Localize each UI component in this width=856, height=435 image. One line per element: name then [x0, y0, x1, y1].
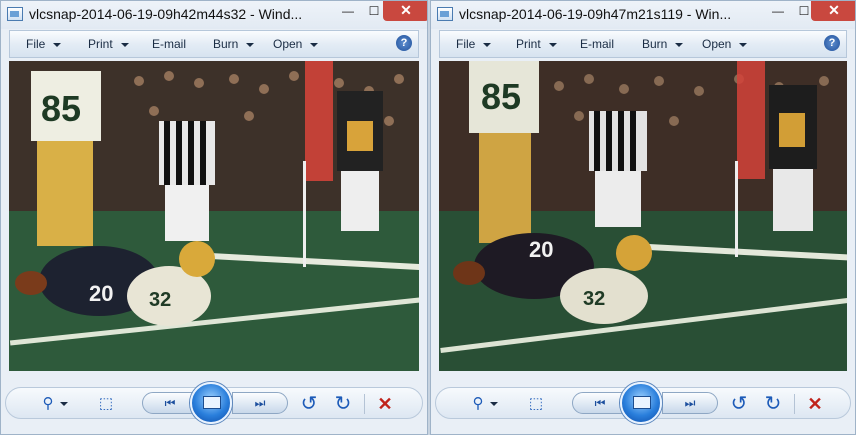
title-bar[interactable]: vlcsnap-2014-06-19-09h47m21s119 - Win...…	[431, 1, 855, 29]
red-flag	[305, 61, 333, 181]
rotate-counterclockwise-icon[interactable]: ↺	[728, 393, 750, 415]
play-slideshow-button[interactable]	[620, 382, 662, 424]
photo-viewer-window-right: vlcsnap-2014-06-19-09h47m21s119 - Win...…	[430, 0, 856, 435]
menu-print[interactable]: Print	[516, 37, 557, 51]
flag-pole	[735, 161, 738, 257]
sideline-player-stripe	[347, 121, 373, 151]
zoom-icon[interactable]: ⚲	[36, 393, 60, 415]
player-32-number: 32	[583, 288, 605, 310]
sideline-player-stripe	[779, 113, 805, 147]
football	[453, 261, 485, 285]
menu-file-label: File	[456, 37, 476, 51]
sideline-player-pants	[773, 169, 813, 231]
help-icon[interactable]: ?	[396, 35, 412, 51]
zoom-dropdown-icon[interactable]	[60, 402, 68, 406]
menu-bar: File Print E-mail Burn Open ?	[9, 30, 419, 58]
delete-icon[interactable]: ✕	[804, 393, 826, 415]
window-title: vlcsnap-2014-06-19-09h47m21s119 - Win...	[459, 6, 732, 22]
football-photo: 85 20 32	[439, 61, 847, 371]
menu-burn[interactable]: Burn	[213, 37, 255, 51]
navigation-bar: ⚲ ⬚ ⏮ ⏭ ↺ ↻ ✕	[435, 382, 851, 424]
chevron-down-icon	[483, 42, 492, 47]
referee-pants	[165, 185, 209, 241]
toolbar-divider	[794, 394, 795, 414]
zoom-dropdown-icon[interactable]	[490, 402, 498, 406]
delete-icon[interactable]: ✕	[374, 393, 396, 415]
menu-burn[interactable]: Burn	[642, 37, 684, 51]
tackler-helmet	[179, 241, 215, 277]
menu-email[interactable]: E-mail	[580, 37, 614, 51]
player-85-number: 85	[481, 76, 521, 117]
rotate-clockwise-icon[interactable]: ↻	[332, 393, 354, 415]
player-20-number: 20	[89, 281, 113, 306]
title-bar[interactable]: vlcsnap-2014-06-19-09h42m44s32 - Wind...…	[1, 1, 427, 29]
menu-open[interactable]: Open	[273, 37, 319, 51]
flag-pole	[303, 161, 306, 267]
next-button[interactable]: ⏭	[662, 392, 718, 414]
navigation-bar: ⚲ ⬚ ⏮ ⏭ ↺ ↻ ✕	[5, 382, 423, 424]
menu-email[interactable]: E-mail	[152, 37, 186, 51]
next-button[interactable]: ⏭	[232, 392, 288, 414]
play-slideshow-button[interactable]	[190, 382, 232, 424]
chevron-down-icon	[739, 42, 748, 47]
menu-open-label: Open	[702, 37, 732, 51]
help-icon[interactable]: ?	[824, 35, 840, 51]
menu-file-label: File	[26, 37, 46, 51]
photo-viewer-app-icon	[437, 7, 453, 21]
window-title: vlcsnap-2014-06-19-09h42m44s32 - Wind...	[29, 6, 303, 22]
photo-view: 85 20 32	[439, 61, 847, 371]
actual-size-icon[interactable]: ⬚	[524, 393, 548, 415]
tackler-helmet	[616, 235, 652, 271]
photo-viewer-app-icon	[7, 7, 23, 21]
football-photo: 85 20 32	[9, 61, 419, 371]
chevron-down-icon	[53, 42, 62, 47]
actual-size-icon[interactable]: ⬚	[94, 393, 118, 415]
menu-email-label: E-mail	[152, 37, 187, 51]
close-window-button[interactable]: ✕	[811, 1, 855, 21]
menu-print[interactable]: Print	[88, 37, 129, 51]
photo-view: 85 20 32	[9, 61, 419, 371]
photo-viewer-window-left: vlcsnap-2014-06-19-09h42m44s32 - Wind...…	[0, 0, 428, 435]
chevron-down-icon	[310, 42, 319, 47]
player-85-pants	[479, 133, 531, 243]
referee-pants	[595, 171, 641, 227]
chevron-down-icon	[548, 42, 557, 47]
football	[15, 271, 47, 295]
minimize-button[interactable]: —	[765, 1, 791, 21]
menu-open-label: Open	[273, 37, 303, 51]
toolbar-divider	[364, 394, 365, 414]
menu-file[interactable]: File	[456, 37, 492, 51]
menu-burn-label: Burn	[213, 37, 239, 51]
sideline-player-pants	[341, 171, 379, 231]
player-85-pants	[37, 141, 93, 246]
player-20-number: 20	[529, 237, 553, 262]
rotate-counterclockwise-icon[interactable]: ↺	[298, 393, 320, 415]
menu-burn-label: Burn	[642, 37, 668, 51]
chevron-down-icon	[675, 42, 684, 47]
player-85-number: 85	[41, 88, 81, 129]
red-flag	[737, 61, 765, 179]
menu-file[interactable]: File	[26, 37, 62, 51]
menu-print-label: Print	[88, 37, 113, 51]
rotate-clockwise-icon[interactable]: ↻	[762, 393, 784, 415]
chevron-down-icon	[120, 42, 129, 47]
menu-print-label: Print	[516, 37, 541, 51]
minimize-button[interactable]: —	[335, 1, 361, 21]
player-32-number: 32	[149, 289, 171, 311]
close-window-button[interactable]: ✕	[383, 1, 427, 21]
menu-bar: File Print E-mail Burn Open ?	[439, 30, 847, 58]
menu-email-label: E-mail	[580, 37, 615, 51]
zoom-icon[interactable]: ⚲	[466, 393, 490, 415]
menu-open[interactable]: Open	[702, 37, 748, 51]
chevron-down-icon	[246, 42, 255, 47]
